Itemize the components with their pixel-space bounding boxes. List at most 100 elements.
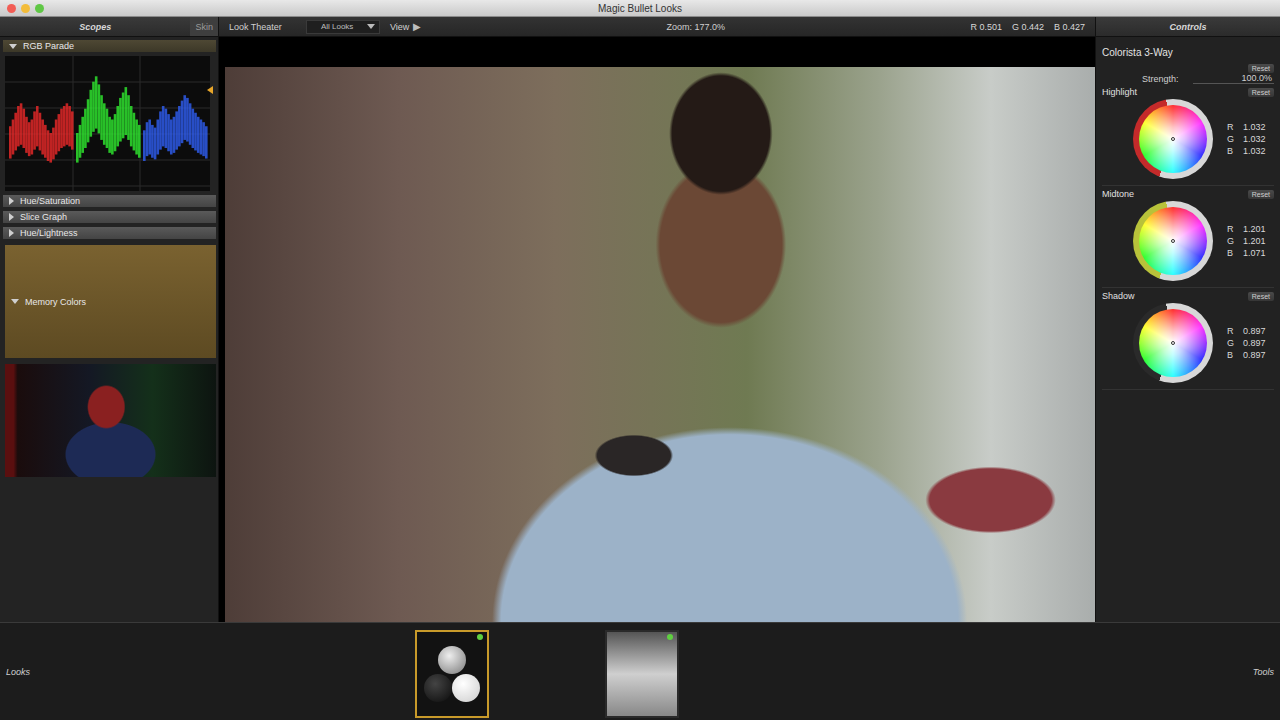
reset-button[interactable]: Reset [1248,190,1274,199]
reset-button[interactable]: Reset [1248,292,1274,301]
disclosure-icon[interactable] [11,299,19,304]
zoom-button[interactable] [35,4,44,13]
hue-disc[interactable] [1139,207,1207,275]
parade-channel [9,103,74,162]
parade-point [36,106,39,146]
grid-line [5,186,210,187]
grid-line [140,56,141,191]
parade-point [25,117,28,153]
wheel-label: Shadow [1102,291,1135,301]
memory-colors-preview [5,364,216,477]
scope-header[interactable]: Memory Colors [5,245,216,358]
channel-value: B0.897 [1227,350,1266,360]
parade-channel [76,76,141,162]
window-controls [0,4,44,13]
scope-list: RGB Parade Hue/Saturation Slice Graph Hue/L… [0,37,218,477]
parade-point [106,109,109,148]
parade-point [63,106,66,146]
channel-value: G1.201 [1227,236,1266,246]
parade-point [205,126,208,158]
wheel-puck-icon[interactable] [1171,341,1175,345]
scopes-tab[interactable]: Scopes [0,22,190,32]
parade-point [28,122,31,156]
strength-field[interactable]: 100.0% [1193,73,1274,84]
parade-point [52,128,55,160]
minimize-button[interactable] [21,4,30,13]
power-icon[interactable] [667,634,673,640]
parade-point [76,133,79,163]
tool-chain-item[interactable] [605,630,679,718]
reset-button[interactable]: Reset [1248,88,1274,97]
channel-value: R0.897 [1227,326,1266,336]
dropdown-arrow-icon [367,24,375,29]
color-wheel[interactable] [1133,99,1213,179]
level-marker-icon[interactable] [207,86,213,94]
look-theater-label: Look Theater [229,22,282,32]
parade-point [92,82,95,132]
magic-bullet-looks-window: Magic Bullet LooksScopesSkinRGB ParadeHu… [0,0,1280,720]
wheel-puck-icon[interactable] [1171,137,1175,141]
parade-point [111,120,114,155]
color-wheel[interactable] [1133,201,1213,281]
parade-point [47,130,50,161]
color-wheel-section: HighlightResetR1.032G1.032B1.032 [1102,84,1274,186]
tool-name: Colorista 3-Way [1102,47,1274,58]
looks-filter-dropdown[interactable]: All Looks [306,20,380,34]
parade-point [181,101,184,144]
grid-line [5,160,210,161]
tool-chain-item[interactable] [415,630,489,718]
play-button[interactable]: ▶ [413,21,421,32]
parade-point [66,103,69,144]
disclosure-icon[interactable] [9,229,14,237]
power-icon[interactable] [477,634,483,640]
scope-header[interactable]: Slice Graph [3,211,216,223]
parade-point [95,76,98,128]
color-wheel[interactable] [1133,303,1213,383]
looks-drawer-tab[interactable]: Looks [6,667,36,677]
view-menu[interactable]: View [390,22,409,32]
hue-disc[interactable] [1139,105,1207,173]
wheel-values: R1.032G1.032B1.032 [1227,122,1266,156]
grid-line [5,82,210,83]
parade-point [55,120,58,155]
wheel-puck-icon[interactable] [1171,239,1175,243]
skin-tab[interactable]: Skin [190,17,218,36]
parade-point [12,120,15,155]
scope-header[interactable]: Hue/Lightness [3,227,216,239]
scope-header[interactable]: RGB Parade [3,40,216,52]
parade-point [17,106,20,146]
parade-point [20,103,23,144]
parade-point [33,111,36,149]
reset-button[interactable]: Reset [1248,64,1274,73]
disclosure-icon[interactable] [9,197,14,205]
parade-point [114,114,117,151]
parade-point [127,95,130,140]
three-way-icon [422,644,482,704]
parade-point [146,122,149,156]
readout-value: B 0.427 [1054,22,1085,32]
look-theater: Look TheaterAll LooksView▶Zoom: 177.0%R … [219,17,1095,622]
parade-point [108,117,111,153]
tools-drawer-tab[interactable]: Tools [1244,667,1274,677]
disclosure-icon[interactable] [9,213,14,221]
parade-point [173,117,176,153]
parade-point [81,117,84,153]
parade-point [22,109,25,148]
channel-value: G0.897 [1227,338,1266,348]
close-button[interactable] [7,4,16,13]
strength-row: Strength:100.0% [1102,73,1274,84]
preview-image[interactable] [225,67,1095,622]
hue-disc[interactable] [1139,309,1207,377]
parade-point [100,95,103,140]
wheel-label: Midtone [1102,189,1134,199]
channel-value: G1.032 [1227,134,1266,144]
parade-point [122,93,125,139]
parade-point [130,106,133,146]
parade-point [159,111,162,149]
scope-header[interactable]: Hue/Saturation [3,195,216,207]
wheel-values: R0.897 G0.897 B0.897 [1227,326,1266,360]
tool-controls: Colorista 3-WayResetStrength:100.0%Highl… [1096,37,1280,390]
disclosure-icon[interactable] [9,44,17,49]
parade-point [89,90,92,137]
parade-point [194,113,197,151]
